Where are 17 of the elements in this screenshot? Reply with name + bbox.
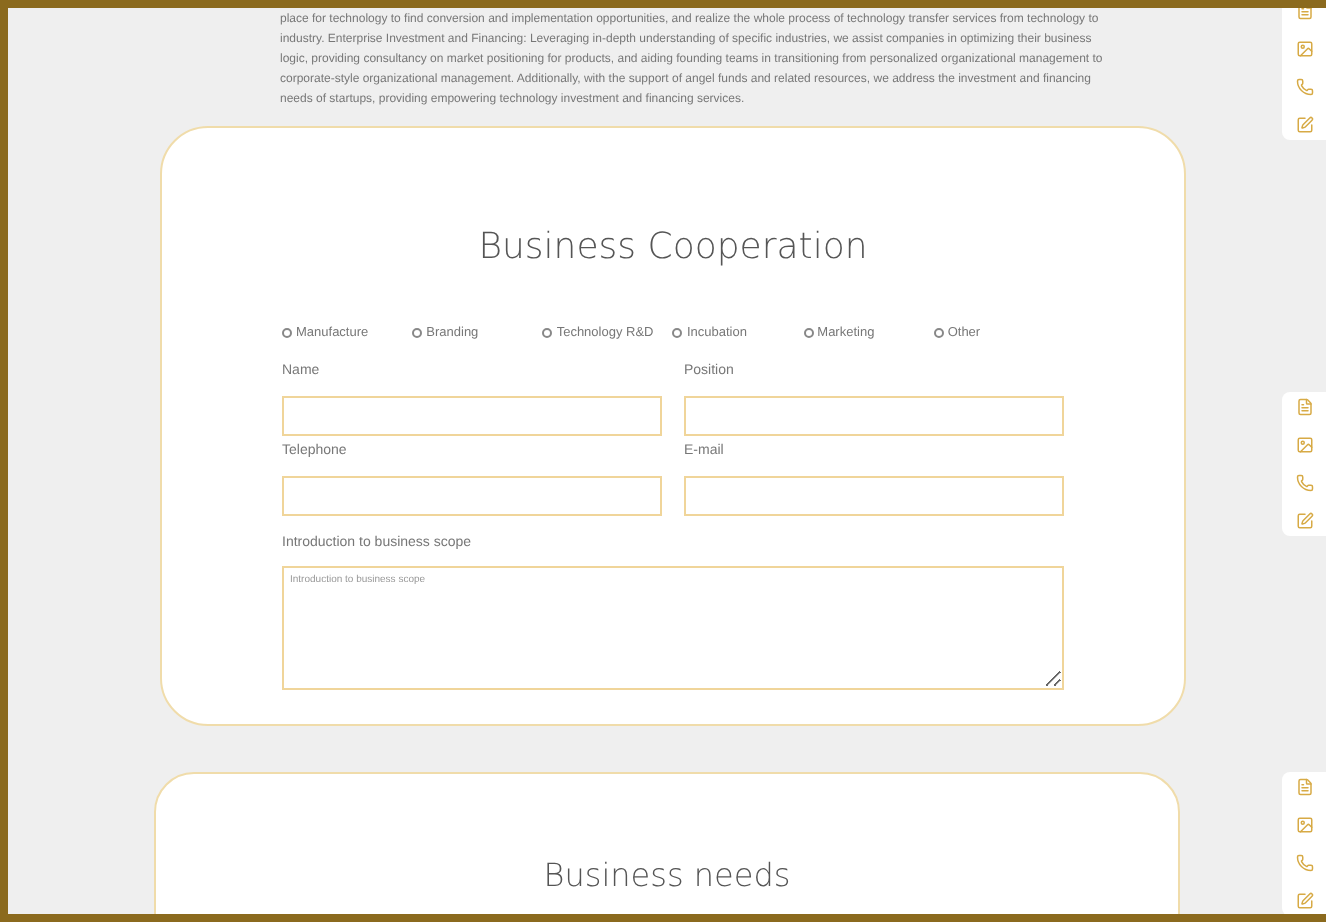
card-title: Business Cooperation	[476, 224, 870, 272]
input-field[interactable]	[684, 475, 1064, 516]
phone-icon[interactable]	[1295, 854, 1313, 872]
document-icon[interactable]	[1295, 398, 1313, 416]
image-icon[interactable]	[1295, 40, 1313, 58]
edit-icon[interactable]	[1295, 892, 1313, 910]
image-icon[interactable]	[1295, 816, 1313, 834]
phone-icon[interactable]	[1295, 78, 1313, 96]
image-icon[interactable]	[1295, 436, 1313, 454]
document-icon[interactable]	[1295, 778, 1313, 796]
card-title: Business needs	[541, 858, 793, 894]
input-field[interactable]	[684, 395, 1064, 436]
input-field[interactable]	[282, 475, 662, 516]
edit-icon[interactable]	[1295, 512, 1313, 530]
input-field[interactable]	[282, 395, 662, 436]
phone-icon[interactable]	[1295, 474, 1313, 492]
edit-icon[interactable]	[1295, 116, 1313, 134]
